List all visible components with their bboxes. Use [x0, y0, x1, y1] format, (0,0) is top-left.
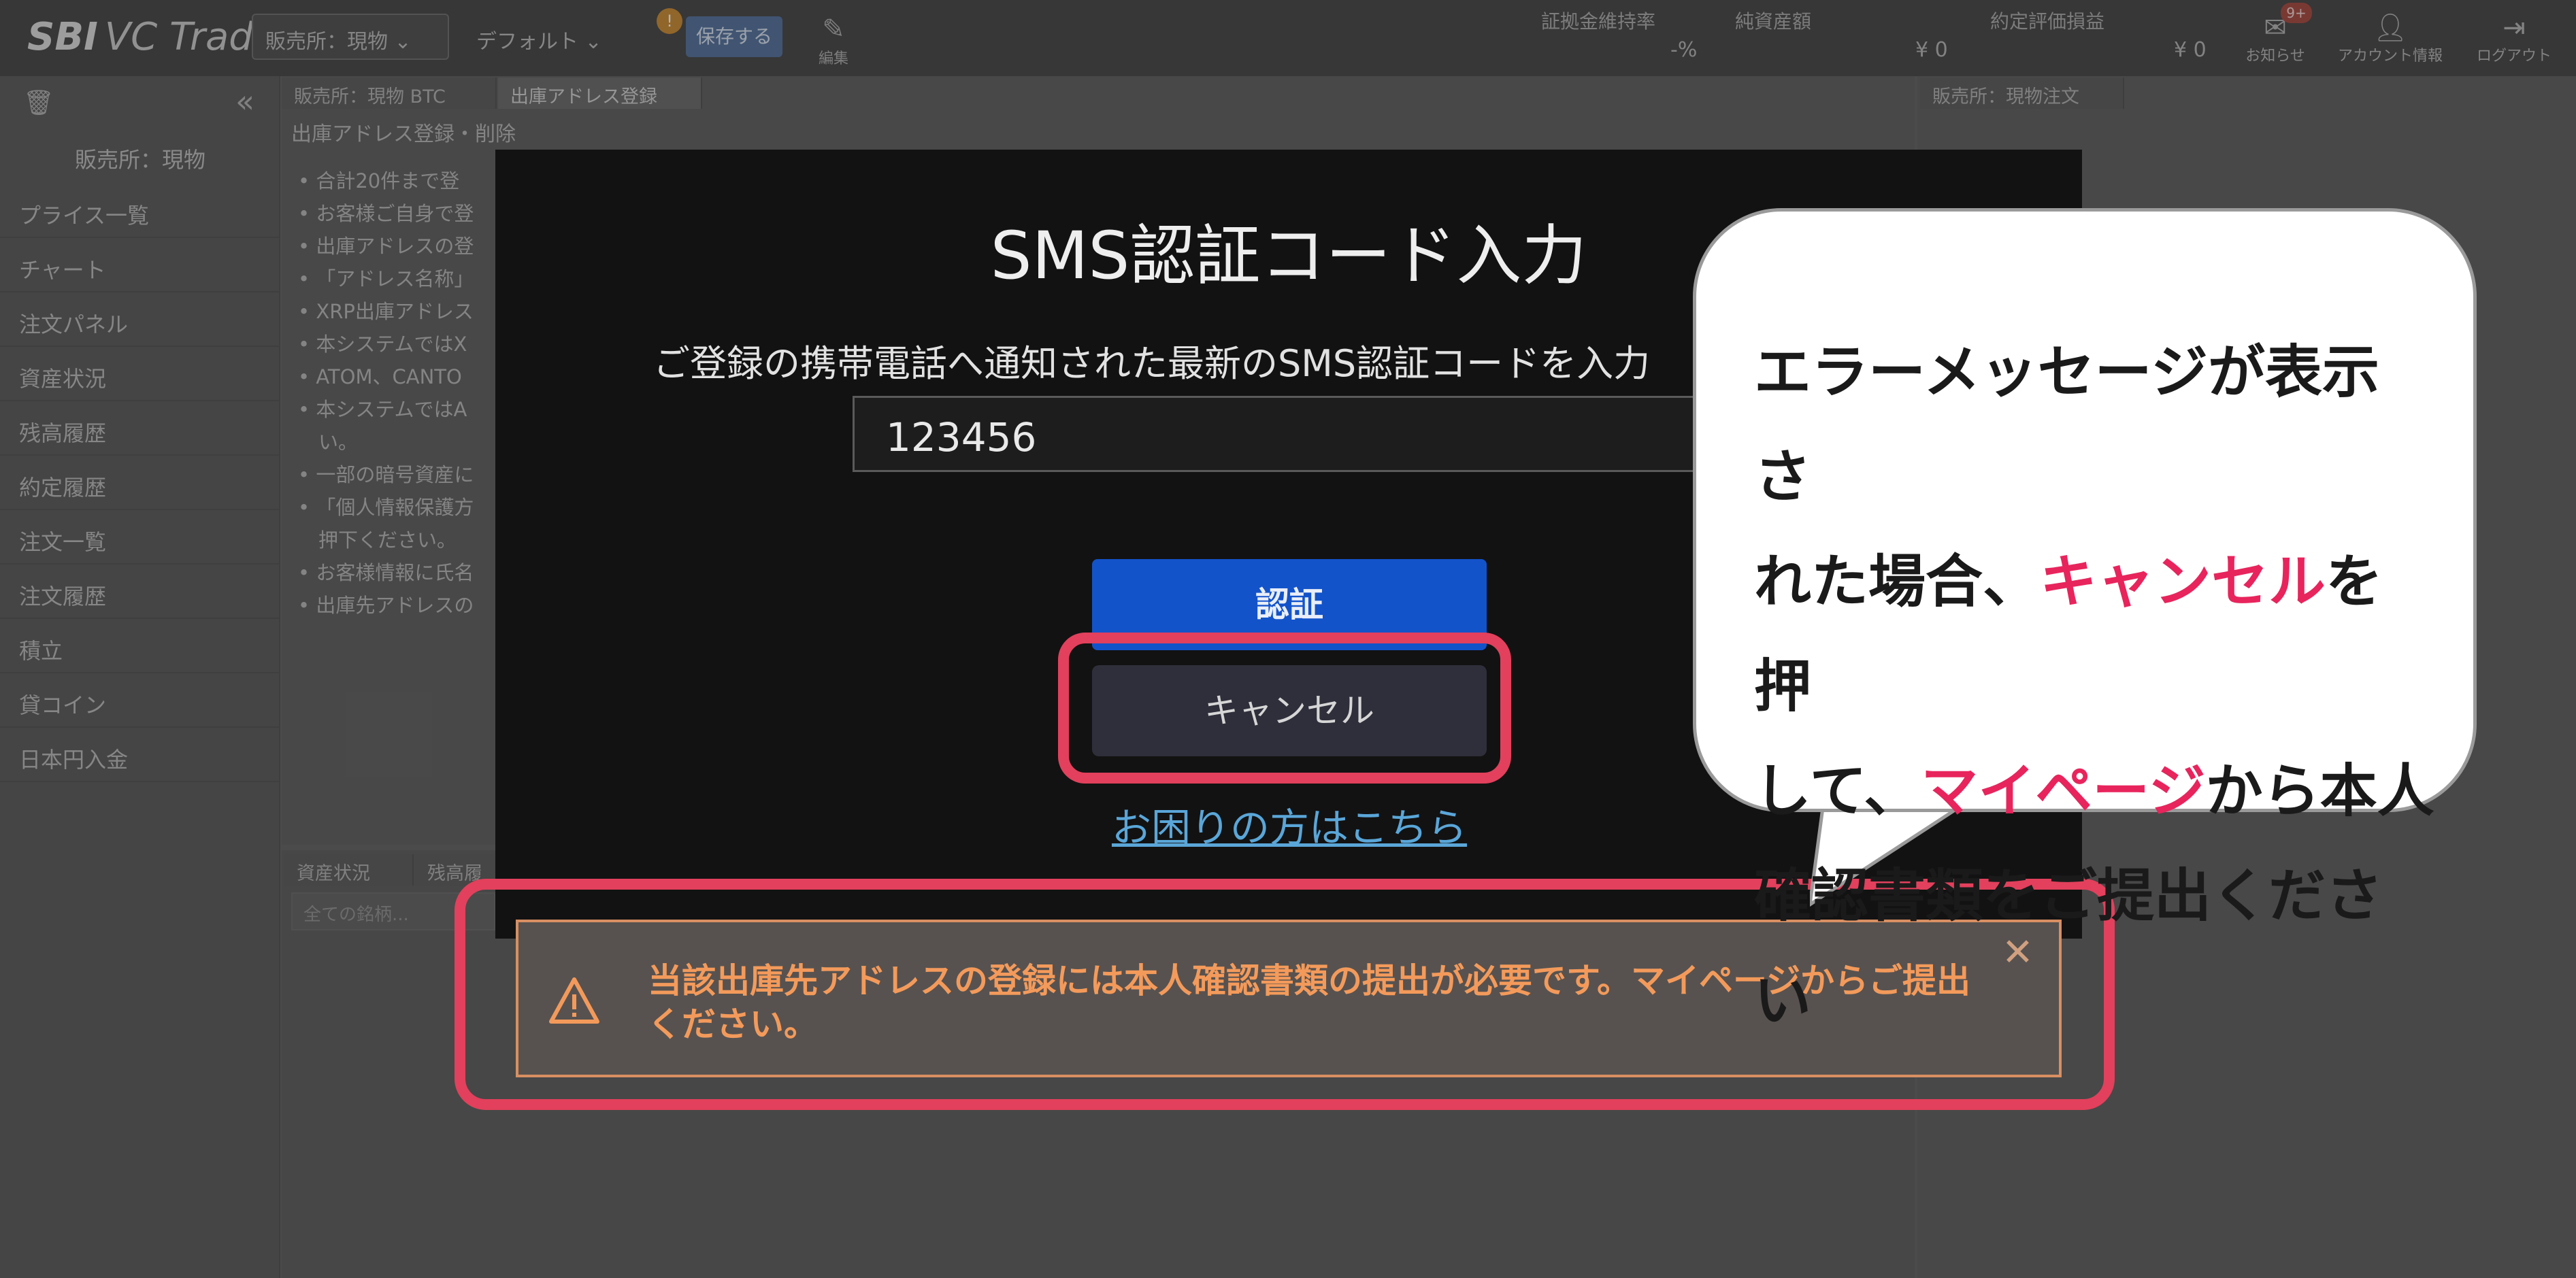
callout-line: して、マイページから本人	[1754, 758, 2434, 824]
help-link[interactable]: お困りの方はこちら	[1092, 796, 1487, 853]
cancel-highlight-frame	[1058, 633, 1511, 784]
modal-description: ご登録の携帯電話へ通知された最新のSMS認証コードを入力	[653, 342, 1651, 385]
callout-line: エラーメッセージが表示さ	[1754, 339, 2379, 510]
sms-code-input[interactable]: 123456	[853, 396, 1737, 472]
callout-line: 確認書類をご提出ください	[1754, 862, 2383, 1034]
callout-line: れた場合、キャンセルを押	[1754, 548, 2383, 720]
callout-text: エラーメッセージが表示さ れた場合、キャンセルを押 して、マイページから本人 確…	[1754, 320, 2434, 1053]
